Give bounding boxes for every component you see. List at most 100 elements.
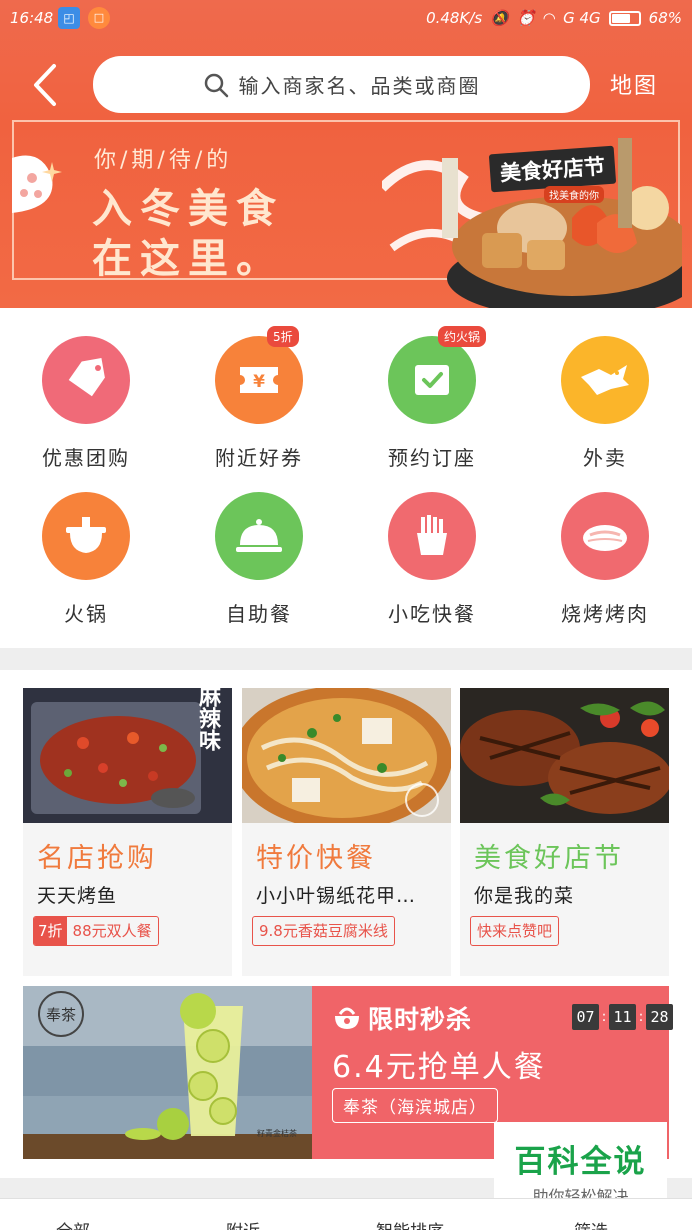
category-coupons[interactable]: ¥ 5折 附近好券 — [189, 326, 329, 471]
category-icon-bg — [388, 492, 476, 580]
status-right: 0.48K/s 🔕 ⏰ ◠ G 4G 68% — [426, 9, 682, 27]
promo-banner[interactable]: 你/期/待/的 入冬美食 在这里。 美食好店节 找美食的你 — [12, 120, 682, 308]
discount-tag: 7折 — [34, 917, 67, 945]
category-icon-bg — [42, 492, 130, 580]
countdown-timer: 07 : 11 : 28 — [572, 1004, 673, 1030]
timer-separator: : — [638, 1009, 644, 1025]
deal-tag: 88元双人餐 — [72, 922, 152, 940]
promo-section: 麻辣味 名店抢购 天天烤鱼 7折 88元双人餐 特价快餐 小小叶锡纸花甲… 9.… — [0, 670, 692, 1178]
search-icon — [204, 73, 228, 97]
category-label: 优惠团购 — [42, 446, 130, 470]
category-icon-bg — [42, 336, 130, 424]
category-label: 自助餐 — [226, 602, 292, 626]
timer-separator: : — [601, 1009, 607, 1025]
category-badge: 5折 — [267, 326, 299, 347]
flash-sale-shop: 奉茶（海滨城店） — [332, 1088, 498, 1123]
flash-sale-title: 限时秒杀 — [368, 1005, 473, 1034]
category-reservation[interactable]: 约火锅 预约订座 — [362, 326, 502, 471]
flash-sale-image: 奉茶 籽青金桔茶 — [23, 986, 312, 1159]
battery-fill — [611, 13, 630, 23]
category-label: 预约订座 — [388, 446, 476, 470]
watermark-title: 百科全说 — [514, 1144, 647, 1180]
category-badge: 约火锅 — [438, 326, 487, 347]
back-button[interactable] — [28, 60, 62, 110]
grilled-fish-image: 麻辣味 — [23, 688, 232, 823]
meat-icon — [583, 525, 627, 551]
promo-card-title: 特价快餐 — [256, 843, 376, 874]
promo-card-title: 名店抢购 — [37, 843, 157, 874]
net-speed: 0.48K/s — [426, 9, 483, 27]
category-group-buy[interactable]: 优惠团购 — [16, 336, 156, 471]
mute-icon: 🔕 — [490, 9, 509, 27]
category-grid: 优惠团购 ¥ 5折 附近好券 约火锅 预约订座 外卖 火锅 自助餐 小吃快餐 烧… — [0, 308, 692, 648]
lemon-tea-image: 奉茶 籽青金桔茶 — [23, 986, 312, 1159]
tag-icon — [68, 357, 105, 397]
cat-paw-icon — [12, 155, 53, 213]
hotpot-icon — [66, 517, 106, 553]
coupon-icon: ¥ — [240, 367, 278, 393]
timer-seconds: 28 — [646, 1004, 673, 1030]
battery-icon — [608, 10, 641, 26]
promo-card-tag: 7折 88元双人餐 — [33, 916, 159, 946]
tab-filter[interactable]: 筛选 — [574, 1217, 608, 1230]
bowl-icon — [335, 1007, 359, 1029]
battery-percent: 68% — [648, 9, 682, 27]
timer-minutes: 11 — [609, 1004, 636, 1030]
header: 16:48 ◰ □ 0.48K/s 🔕 ⏰ ◠ G 4G 68% 输入商家名、品… — [0, 0, 692, 308]
category-bbq[interactable]: 烧烤烤肉 — [535, 492, 675, 627]
deal-tag: 快来点赞吧 — [477, 922, 553, 940]
watermark: 百科全说 助你轻松解决 — [494, 1122, 667, 1206]
svg-text:¥: ¥ — [253, 372, 265, 392]
promo-card-shop: 小小叶锡纸花甲… — [256, 885, 417, 907]
search-input[interactable]: 输入商家名、品类或商圈 — [93, 56, 590, 113]
promo-card-title: 美食好店节 — [474, 843, 624, 874]
delivery-icon — [581, 365, 629, 395]
signal-label: G 4G — [563, 9, 601, 27]
status-time: 16:48 — [10, 9, 54, 27]
category-icon-bg — [561, 492, 649, 580]
banner-title-line2: 在这里。 — [92, 236, 284, 282]
filter-tab-bar: 全部 附近 智能排序 筛选 — [0, 1198, 692, 1230]
brand-logo-text: 奉茶 — [46, 1006, 76, 1024]
map-button[interactable]: 地图 — [610, 68, 658, 100]
promo-card[interactable]: 特价快餐 小小叶锡纸花甲… 9.8元香菇豆腐米线 — [242, 688, 451, 976]
category-icon-bg: ¥ 5折 — [215, 326, 303, 424]
fries-icon — [417, 515, 447, 555]
flash-sale-deal: 6.4元抢单人餐 — [332, 1050, 546, 1085]
tab-nearby[interactable]: 附近 — [226, 1217, 260, 1230]
banner-badge-sub: 找美食的你 — [544, 186, 604, 203]
promo-card[interactable]: 美食好店节 你是我的菜 快来点赞吧 — [460, 688, 669, 976]
category-label: 外卖 — [583, 446, 627, 470]
notification-app-icon: ◰ — [58, 7, 80, 29]
sparkle-icon — [42, 162, 62, 182]
wifi-icon: ◠ — [543, 9, 556, 27]
category-icon-bg — [561, 336, 649, 424]
category-label: 火锅 — [64, 602, 108, 626]
category-snacks[interactable]: 小吃快餐 — [362, 492, 502, 627]
tab-smart-sort[interactable]: 智能排序 — [376, 1217, 444, 1230]
category-delivery[interactable]: 外卖 — [535, 336, 675, 471]
back-arrow-icon — [34, 64, 56, 106]
promo-card[interactable]: 麻辣味 名店抢购 天天烤鱼 7折 88元双人餐 — [23, 688, 232, 976]
category-label: 烧烤烤肉 — [561, 602, 649, 626]
check-icon — [415, 365, 449, 395]
timer-hours: 07 — [572, 1004, 599, 1030]
category-label: 附近好券 — [215, 446, 303, 470]
notification-app-icon-2: □ — [88, 7, 110, 29]
category-hotpot[interactable]: 火锅 — [16, 492, 156, 627]
banner-subtitle: 你/期/待/的 — [94, 148, 233, 173]
promo-card-tag: 9.8元香菇豆腐米线 — [252, 916, 395, 946]
deal-tag: 9.8元香菇豆腐米线 — [259, 922, 388, 940]
promo-card-shop: 天天烤鱼 — [37, 885, 118, 907]
category-label: 小吃快餐 — [388, 602, 476, 626]
drink-label-text: 籽青金桔茶 — [257, 1128, 297, 1138]
image-overlay-text: 麻辣味 — [195, 688, 222, 751]
promo-card-tag: 快来点赞吧 — [470, 916, 560, 946]
promo-card-shop: 你是我的菜 — [474, 885, 575, 907]
category-buffet[interactable]: 自助餐 — [189, 492, 329, 627]
alarm-icon: ⏰ — [516, 9, 536, 27]
tab-all[interactable]: 全部 — [56, 1217, 90, 1230]
search-placeholder: 输入商家名、品类或商圈 — [238, 74, 481, 98]
cloche-icon — [236, 519, 282, 552]
category-icon-bg: 约火锅 — [388, 326, 487, 424]
